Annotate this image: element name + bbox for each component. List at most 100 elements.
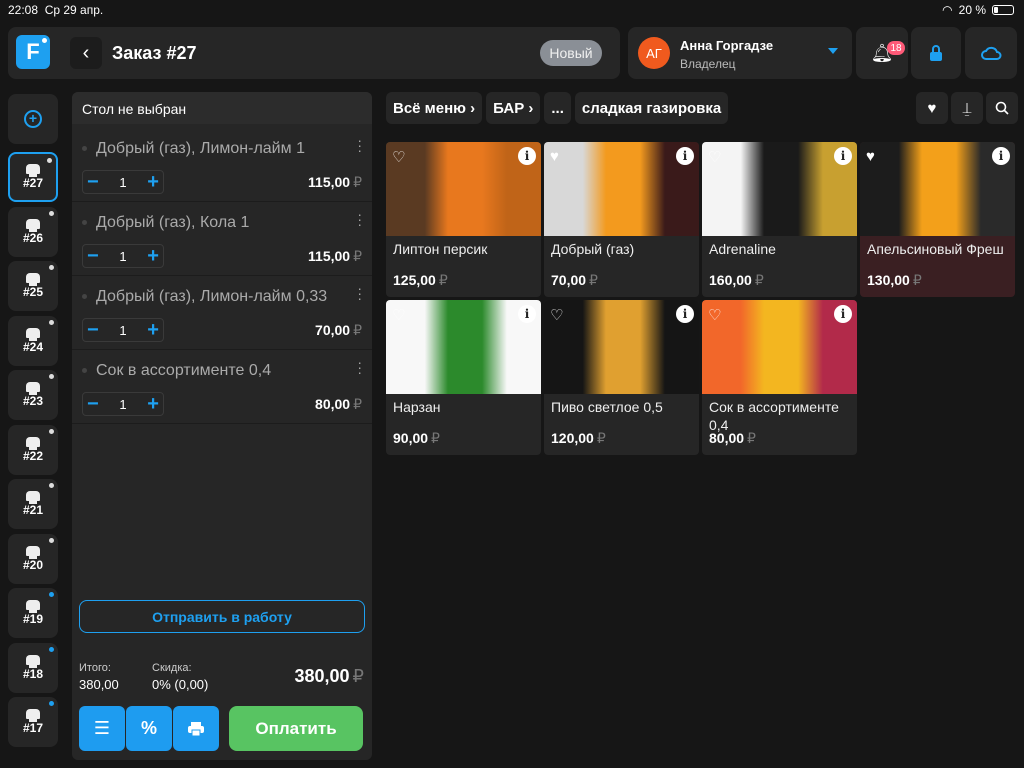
order-tab-number: #21 — [22, 503, 44, 517]
order-tab[interactable]: #23 — [8, 370, 58, 420]
chair-icon — [26, 491, 40, 504]
discount-button[interactable]: % — [126, 706, 172, 751]
currency-sign: ₽ — [352, 666, 364, 686]
info-icon[interactable]: i — [676, 147, 694, 165]
breadcrumb: Всё меню › БАР ›... сладкая газировка — [386, 92, 729, 124]
product-name: Сок в ассортименте 0,4 — [709, 399, 839, 433]
cloud-sync-button[interactable] — [965, 27, 1017, 79]
plus-button[interactable]: + — [147, 394, 159, 414]
app-logo[interactable]: F — [16, 35, 50, 69]
product-card[interactable]: ♡ i Сок в ассортименте 0,4 80,00 ₽ — [702, 300, 857, 455]
back-button[interactable]: ‹ — [70, 37, 102, 69]
more-vertical-icon[interactable]: · · · — [357, 281, 362, 305]
search-button[interactable] — [986, 92, 1018, 124]
table-selector[interactable]: Стол не выбран — [72, 92, 372, 124]
product-card[interactable]: ♡ i Adrenaline 160,00 ₽ — [702, 142, 857, 297]
currency-sign: ₽ — [912, 272, 922, 288]
order-tab[interactable]: #17 — [8, 697, 58, 747]
order-line-name: Сок в ассортименте 0,4 — [82, 362, 271, 380]
chair-icon — [26, 273, 40, 286]
quantity-stepper: − 1 + — [82, 170, 164, 194]
product-price: 125,00 ₽ — [393, 272, 448, 289]
order-tab[interactable]: #26 — [8, 206, 58, 257]
info-icon[interactable]: i — [834, 147, 852, 165]
currency-sign: ₽ — [353, 322, 362, 338]
breadcrumb-item[interactable]: ... — [544, 92, 571, 124]
status-date: Ср 29 апр. — [44, 3, 104, 17]
product-card[interactable]: ♥ i Апельсиновый Фреш 130,00 ₽ — [860, 142, 1015, 297]
minus-button[interactable]: − — [87, 394, 99, 414]
price-value: 80,00 — [709, 430, 745, 446]
currency-sign: ₽ — [754, 272, 764, 288]
chevron-down-icon[interactable] — [828, 48, 838, 54]
bottle-icon: ⍊ — [962, 99, 972, 117]
order-tab[interactable]: #18 — [8, 642, 58, 693]
order-tab[interactable]: #22 — [8, 424, 58, 475]
order-tab[interactable]: #25 — [8, 261, 58, 311]
chevron-left-icon: ‹ — [82, 41, 90, 64]
minus-button[interactable]: − — [87, 246, 99, 266]
currency-sign: ₽ — [438, 272, 448, 288]
breadcrumb-item[interactable]: Всё меню › — [386, 92, 483, 124]
chair-icon — [26, 382, 40, 395]
search-icon — [995, 101, 1009, 115]
info-icon[interactable]: i — [518, 147, 536, 165]
favorites-filter-button[interactable]: ♥ — [916, 92, 948, 124]
favorite-heart-icon[interactable]: ♡ — [708, 306, 721, 324]
favorite-heart-icon[interactable]: ♥ — [866, 148, 875, 165]
lock-button[interactable] — [911, 27, 961, 79]
info-icon[interactable]: i — [518, 305, 536, 323]
product-card[interactable]: ♡ i Нарзан 90,00 ₽ — [386, 300, 541, 455]
order-panel: Стол не выбран Добрый (газ), Лимон-лайм … — [72, 92, 372, 760]
more-vertical-icon[interactable]: · · · — [357, 133, 362, 157]
order-tab[interactable]: #19 — [8, 588, 58, 638]
user-role: Владелец — [680, 57, 736, 71]
status-time: 22:08 — [8, 3, 39, 17]
minus-button[interactable]: − — [87, 172, 99, 192]
print-button[interactable] — [173, 706, 219, 751]
product-card[interactable]: ♥ i Добрый (газ) 70,00 ₽ — [544, 142, 699, 297]
favorite-heart-icon[interactable]: ♡ — [392, 306, 405, 324]
product-price: 70,00 ₽ — [551, 272, 598, 289]
send-to-work-button[interactable]: Отправить в работу — [79, 600, 365, 633]
pay-button[interactable]: Оплатить — [229, 706, 363, 751]
order-line[interactable]: Добрый (газ), Лимон-лайм 1 · · · − 1 +115,00 ₽ — [72, 128, 372, 202]
product-name: Adrenaline — [709, 241, 776, 257]
product-price: 160,00 ₽ — [709, 272, 764, 289]
product-card[interactable]: ♡ i Липтон персик 125,00 ₽ — [386, 142, 541, 297]
favorite-heart-icon[interactable]: ♡ — [708, 148, 721, 166]
product-card[interactable]: ♡ i Пиво светлое 0,5 120,00 ₽ — [544, 300, 699, 455]
more-vertical-icon[interactable]: · · · — [357, 207, 362, 231]
favorite-heart-icon[interactable]: ♡ — [392, 148, 405, 166]
order-line[interactable]: Сок в ассортименте 0,4 · · · − 1 +80,00 ₽ — [72, 350, 372, 424]
status-right: ◠ 20 % — [942, 3, 1014, 17]
breadcrumb-item[interactable]: БАР › — [486, 92, 541, 124]
info-icon[interactable]: i — [676, 305, 694, 323]
status-time-date: 22:08 Ср 29 апр. — [8, 3, 103, 17]
info-icon[interactable]: i — [834, 305, 852, 323]
favorite-heart-icon[interactable]: ♥ — [550, 148, 559, 165]
new-order-button[interactable]: + — [8, 94, 58, 144]
order-tab[interactable]: #20 — [8, 533, 58, 584]
currency-sign: ₽ — [431, 430, 440, 446]
menu-button[interactable]: ☰ — [79, 706, 125, 751]
order-line[interactable]: Добрый (газ), Кола 1 · · · − 1 +115,00 ₽ — [72, 202, 372, 276]
order-tab[interactable]: #27 — [8, 152, 58, 202]
breadcrumb-item[interactable]: сладкая газировка — [574, 92, 729, 124]
order-tab[interactable]: #24 — [8, 315, 58, 366]
minus-button[interactable]: − — [87, 320, 99, 340]
info-icon[interactable]: i — [992, 147, 1010, 165]
price-value: 120,00 — [551, 430, 594, 446]
order-tab[interactable]: #21 — [8, 479, 58, 529]
plus-button[interactable]: + — [147, 172, 159, 192]
order-status-dot — [49, 483, 54, 488]
plus-button[interactable]: + — [147, 246, 159, 266]
percent-icon: % — [140, 718, 157, 738]
order-status-dot — [49, 701, 54, 706]
bar-filter-button[interactable]: ⍊ — [951, 92, 983, 124]
price-value: 90,00 — [393, 430, 429, 446]
favorite-heart-icon[interactable]: ♡ — [550, 306, 563, 324]
plus-button[interactable]: + — [147, 320, 159, 340]
order-line[interactable]: Добрый (газ), Лимон-лайм 0,33 · · · − 1 +70,00… — [72, 276, 372, 350]
more-vertical-icon[interactable]: · · · — [357, 355, 362, 379]
